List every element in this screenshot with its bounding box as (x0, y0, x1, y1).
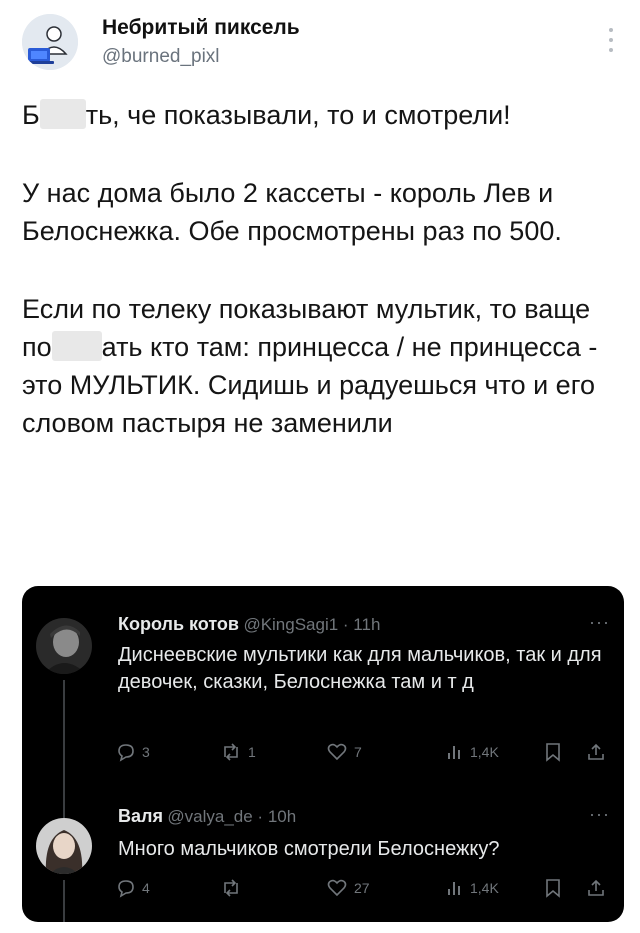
like-button[interactable]: 7 (326, 742, 362, 762)
comment-icon (118, 880, 134, 898)
share-button[interactable] (586, 878, 612, 898)
like-button[interactable]: 27 (326, 878, 370, 898)
reply-text: Много мальчиков смотрели Белоснежку? (118, 838, 500, 860)
bookmark-button[interactable] (544, 878, 568, 898)
reply-avatar[interactable] (36, 818, 92, 874)
post-line-1: Бть, че показывали, то и смотрели! (22, 99, 511, 130)
replies-screenshot: Король котов @KingSagi1 · 11h ··· Диснее… (22, 586, 624, 922)
views-button[interactable]: 1,4K (446, 878, 499, 898)
reply-actions: 4 27 1,4K (116, 878, 616, 904)
reply-text: Диснеевские мультики как для мальчиков, … (118, 644, 602, 693)
repost-icon (224, 743, 238, 761)
reply-avatar[interactable] (36, 618, 92, 674)
more-icon[interactable]: ··· (589, 804, 610, 825)
reply-button[interactable]: 4 (116, 878, 150, 898)
repost-button[interactable]: 1 (220, 742, 256, 762)
reply-author[interactable]: Валя (118, 806, 163, 826)
reply-meta: @KingSagi1 · 11h (243, 615, 381, 634)
author-avatar[interactable] (22, 14, 78, 70)
reply-item: Король котов @KingSagi1 · 11h ··· Диснее… (22, 586, 624, 832)
author-name[interactable]: Небритый пиксель (102, 16, 300, 40)
post-header: Небритый пиксель @burned_pixl (20, 6, 620, 76)
thread-line (63, 880, 65, 922)
reply-author[interactable]: Король котов (118, 614, 239, 634)
reply-meta: @valya_de · 10h (167, 807, 297, 826)
share-icon (588, 879, 604, 896)
heart-icon (327, 879, 347, 897)
share-icon (588, 743, 604, 760)
views-button[interactable]: 1,4K (446, 742, 499, 762)
censor-blur (39, 99, 86, 129)
reply-header: Король котов @KingSagi1 · 11h (118, 614, 380, 635)
share-button[interactable] (586, 742, 612, 762)
reply-header: Валя @valya_de · 10h (118, 806, 296, 827)
heart-icon (327, 743, 347, 761)
more-icon[interactable]: ··· (589, 612, 610, 633)
censor-blur (51, 331, 102, 361)
post-paragraph-2: У нас дома было 2 кассеты - король Лев и… (22, 178, 562, 246)
post-paragraph-3: Если по телеку показывают мультик, то ва… (22, 294, 598, 438)
vertical-dots-icon[interactable] (608, 28, 614, 52)
reply-button[interactable]: 3 (116, 742, 150, 762)
author-handle[interactable]: @burned_pixl (102, 46, 220, 68)
repost-icon (224, 879, 238, 897)
bookmark-button[interactable] (544, 742, 568, 762)
repost-button[interactable] (220, 878, 248, 898)
bookmark-icon (546, 879, 560, 898)
views-icon (448, 746, 460, 759)
views-icon (448, 882, 460, 895)
reply-actions: 3 1 7 1,4K (116, 742, 616, 768)
bookmark-icon (546, 743, 560, 762)
reply-item: Валя @valya_de · 10h ··· Много мальчиков… (22, 786, 624, 922)
post-text: Бть, че показывали, то и смотрели! У нас… (22, 96, 622, 442)
comment-icon (118, 744, 134, 762)
